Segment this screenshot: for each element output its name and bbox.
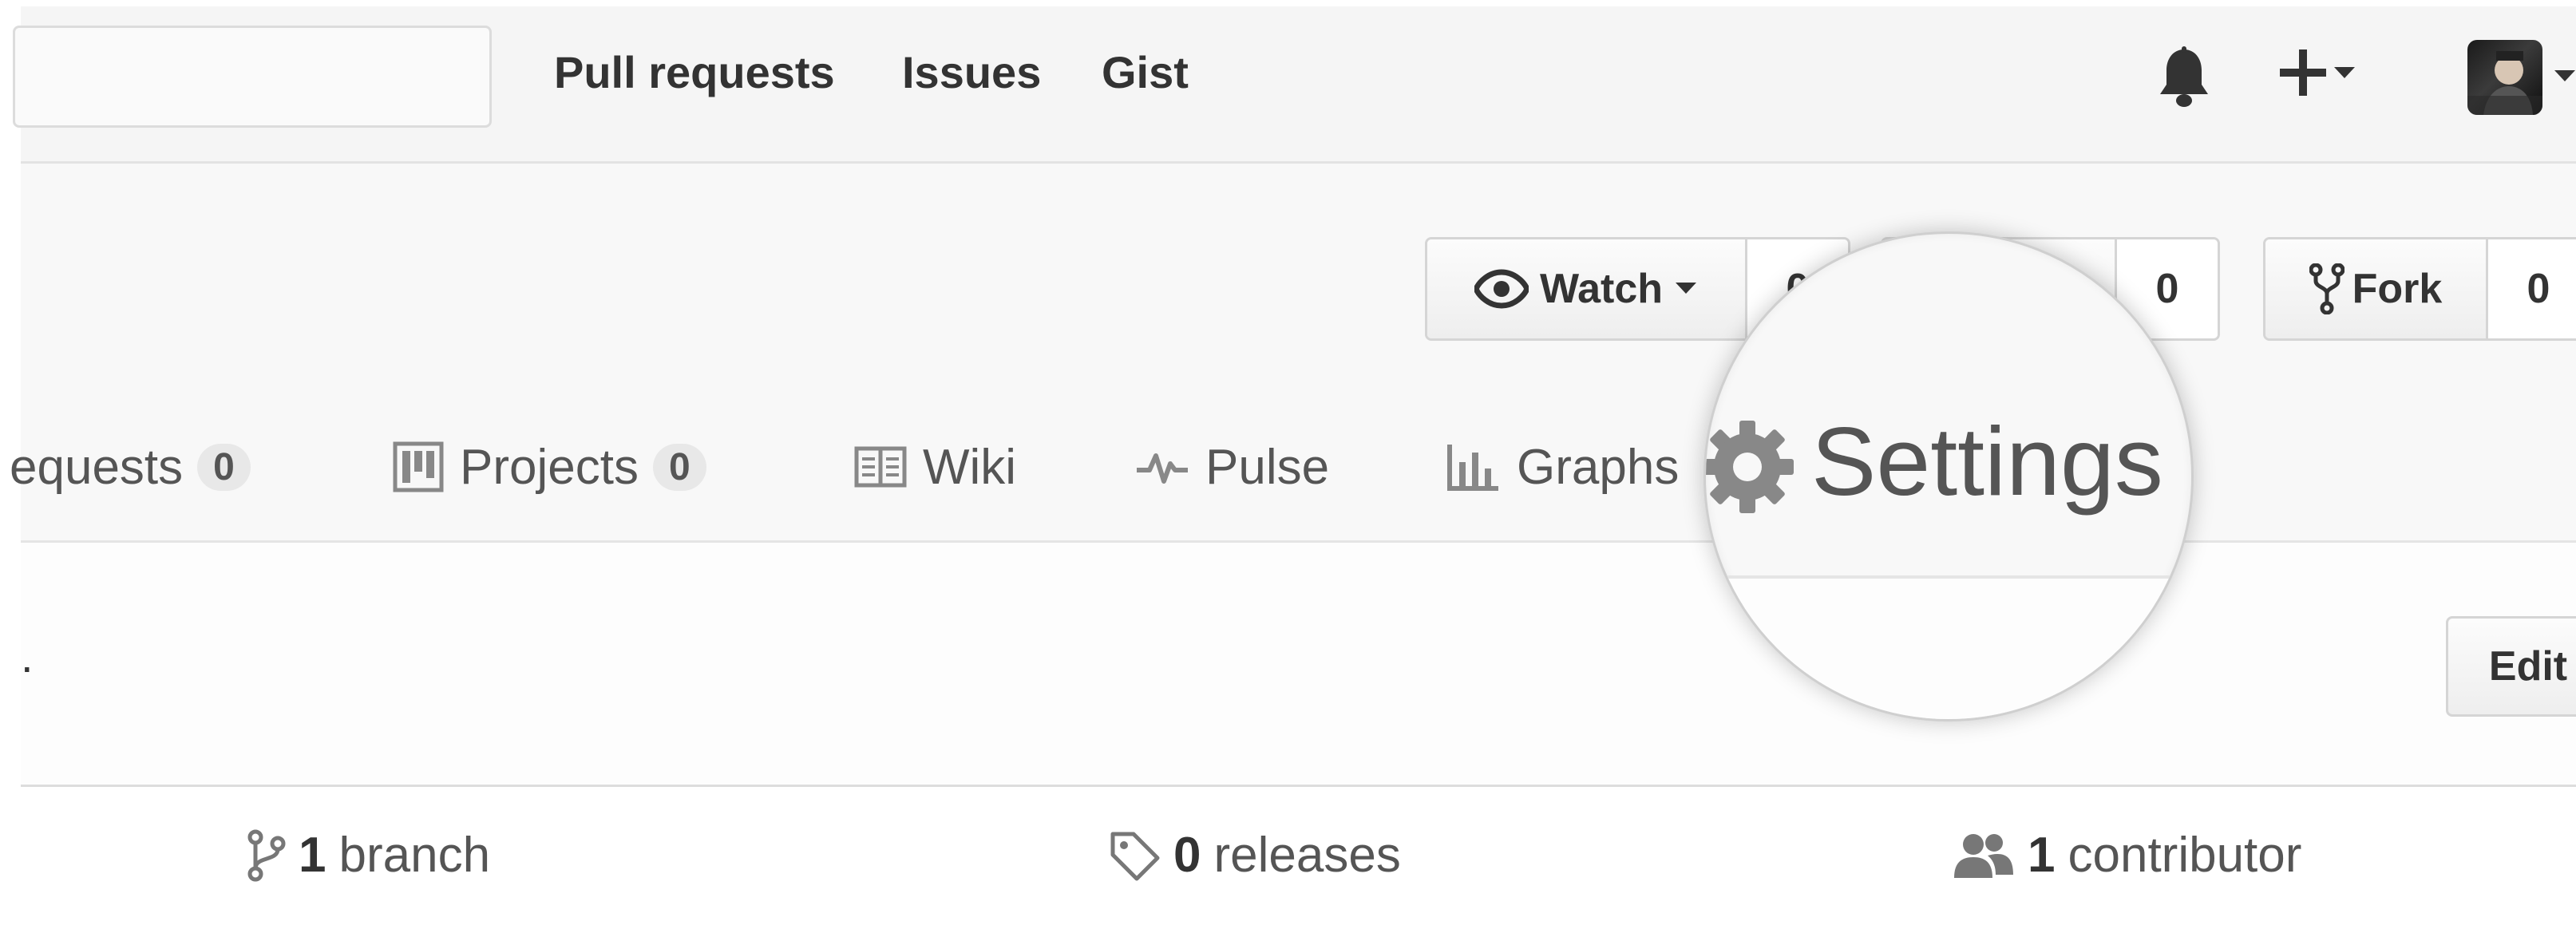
tab-pulse[interactable]: Pulse xyxy=(1135,427,1329,507)
bell-icon[interactable] xyxy=(2155,46,2213,109)
tab-settings[interactable]: Settings xyxy=(1703,231,2194,721)
project-board-icon xyxy=(393,441,444,492)
chevron-down-icon[interactable] xyxy=(2553,69,2576,85)
edit-button[interactable]: Edit xyxy=(2446,616,2576,717)
settings-label: Settings xyxy=(1811,407,2163,516)
eye-icon xyxy=(1474,269,1529,309)
plus-icon[interactable] xyxy=(2277,43,2364,107)
fork-icon xyxy=(2309,263,2345,314)
tab-graphs[interactable]: Graphs xyxy=(1445,427,1679,507)
magnified-divider xyxy=(1706,575,2191,719)
tab-label: equests xyxy=(10,439,184,495)
numbers-summary: 1 branch 0 releases 1 contributor xyxy=(21,787,2576,929)
book-icon xyxy=(854,446,907,488)
people-icon xyxy=(1954,833,2013,878)
releases-link[interactable]: 0 releases xyxy=(1108,827,1401,884)
fork-button[interactable]: Fork xyxy=(2265,239,2486,338)
repo-description: . xyxy=(21,631,34,682)
contributors-link[interactable]: 1 contributor xyxy=(1951,827,2301,884)
tab-wiki[interactable]: Wiki xyxy=(854,427,1016,507)
fork-label: Fork xyxy=(2352,266,2443,312)
search-input[interactable] xyxy=(13,26,492,128)
nav-issues[interactable]: Issues xyxy=(902,46,1041,98)
contributor-label: contributor xyxy=(2068,828,2302,883)
branches-link[interactable]: 1 branch xyxy=(247,827,490,884)
tab-counter: 0 xyxy=(197,443,251,491)
tag-icon xyxy=(1110,832,1160,880)
tab-label: Graphs xyxy=(1517,439,1680,495)
fork-button-group: Fork 0 xyxy=(2263,237,2576,341)
nav-pull-requests[interactable]: Pull requests xyxy=(554,46,835,98)
tab-label: Projects xyxy=(460,439,639,495)
gear-icon xyxy=(1706,421,1794,513)
watch-label: Watch xyxy=(1539,266,1664,312)
fork-count[interactable]: 0 xyxy=(2486,239,2576,338)
releases-count: 0 xyxy=(1173,828,1201,883)
tab-projects[interactable]: Projects 0 xyxy=(393,427,706,507)
tab-counter: 0 xyxy=(652,443,706,491)
avatar[interactable] xyxy=(2467,40,2542,115)
avatar-image xyxy=(2467,51,2542,115)
tab-label: Pulse xyxy=(1205,439,1330,495)
top-header: Pull requests Issues Gist xyxy=(13,6,2576,164)
graph-icon xyxy=(1447,445,1498,491)
branch-label: branch xyxy=(338,828,491,883)
contributor-count: 1 xyxy=(2028,828,2056,883)
watch-button[interactable]: Watch xyxy=(1427,239,1745,338)
branch-count: 1 xyxy=(299,828,326,883)
tab-label: Wiki xyxy=(923,439,1017,495)
tab-pull-requests[interactable]: equests 0 xyxy=(10,427,251,507)
caret-down-icon xyxy=(1676,283,1697,294)
nav-gist[interactable]: Gist xyxy=(1102,46,1189,98)
releases-label: releases xyxy=(1213,828,1401,883)
branch-icon xyxy=(247,829,286,881)
pulse-icon xyxy=(1137,453,1188,484)
repo-description-area: . Edit xyxy=(21,543,2576,785)
